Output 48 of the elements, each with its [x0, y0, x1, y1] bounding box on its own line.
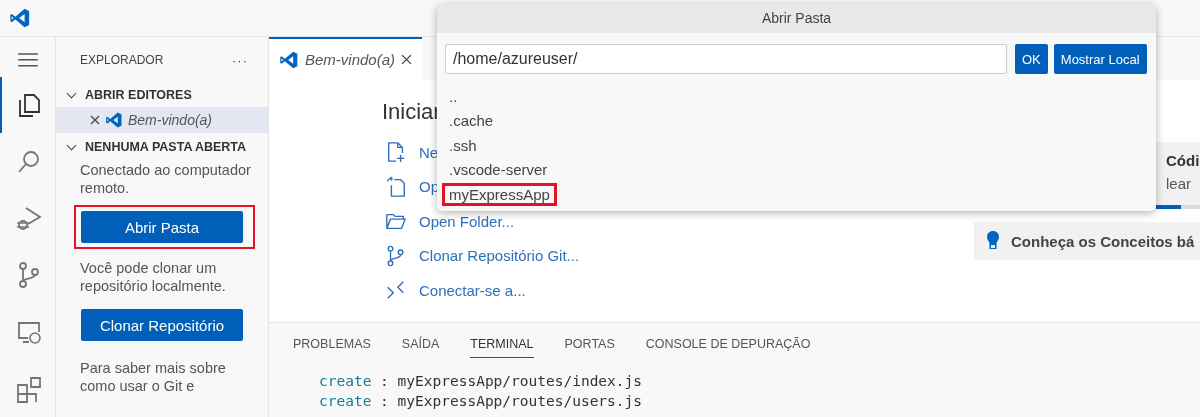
section-header[interactable]: NENHUMA PASTA ABERTA — [56, 135, 268, 159]
ok-button[interactable]: OK — [1015, 44, 1048, 74]
panel-tab[interactable]: PORTAS — [564, 337, 615, 358]
start-link[interactable]: Ne — [419, 143, 439, 161]
sidebar-text: Conectado ao computador remoto. — [80, 161, 252, 197]
open-editor-item[interactable]: Bem-vindo(a) — [56, 107, 268, 133]
sidebar-text: Para saber mais sobre como usar o Git e — [80, 359, 227, 395]
walkthrough-subtitle: lear — [1166, 175, 1191, 192]
folder-item[interactable]: .ssh — [442, 133, 484, 157]
start-link[interactable]: Clonar Repositório Git... — [419, 247, 580, 265]
menu-icon[interactable] — [17, 53, 38, 67]
path-input-field[interactable]: /home/azureuser/ — [445, 44, 1007, 74]
more-actions-icon[interactable]: ··· — [232, 53, 248, 67]
folder-item[interactable]: .cache — [442, 109, 501, 133]
run-debug-icon — [14, 204, 43, 233]
terminal-line: create : myExpressApp/routes/index.js — [319, 372, 643, 391]
app-logo-icon — [9, 7, 31, 29]
panel-tab[interactable]: PROBLEMAS — [293, 337, 371, 358]
panel-tab[interactable]: TERMINAL — [470, 337, 534, 358]
tip-card[interactable]: Conheça os Conceitos bá — [974, 222, 1200, 260]
new-file-icon — [385, 141, 407, 164]
sidebar-text: Você pode clonar um repositório localmente. — [80, 259, 227, 295]
walkthrough-title: Códi — [1166, 152, 1200, 169]
start-link[interactable]: Open Folder... — [419, 212, 515, 230]
start-link[interactable]: Conectar-se a... — [419, 281, 526, 299]
app-logo-icon — [279, 49, 299, 70]
extensions-icon — [14, 374, 43, 403]
open-folder-button[interactable]: Abrir Pasta — [81, 211, 243, 243]
panel-tab[interactable]: CONSOLE DE DEPURAÇÃO — [645, 337, 811, 358]
folder-item[interactable]: .vscode-server — [442, 158, 555, 182]
folder-item[interactable]: myExpressApp — [442, 182, 557, 206]
section-header[interactable]: ABRIR EDITORES — [56, 83, 268, 107]
show-local-button[interactable]: Mostrar Local — [1053, 44, 1147, 74]
section-heading: Iniciar — [382, 98, 441, 126]
close-icon[interactable] — [90, 115, 100, 125]
folder-item[interactable]: .. — [442, 84, 465, 108]
branch-icon — [385, 244, 407, 267]
app-logo-icon — [105, 111, 123, 129]
dialog-title: Abrir Pasta — [437, 4, 1156, 33]
editor-tab[interactable]: Bem-vindo(a) — [269, 37, 423, 80]
sidebar-title: EXPLORADOR — [80, 53, 164, 69]
terminal-line: create : myExpressApp/routes/users.js — [319, 392, 643, 411]
close-icon[interactable] — [401, 54, 413, 65]
clone-repository-button[interactable]: Clonar Repositório — [81, 309, 243, 341]
walkthrough-card[interactable]: Códi lear — [1156, 142, 1200, 209]
panel-tab[interactable]: SAÍDA — [401, 337, 440, 358]
lightbulb-icon — [987, 231, 999, 251]
open-file-icon — [385, 175, 407, 198]
